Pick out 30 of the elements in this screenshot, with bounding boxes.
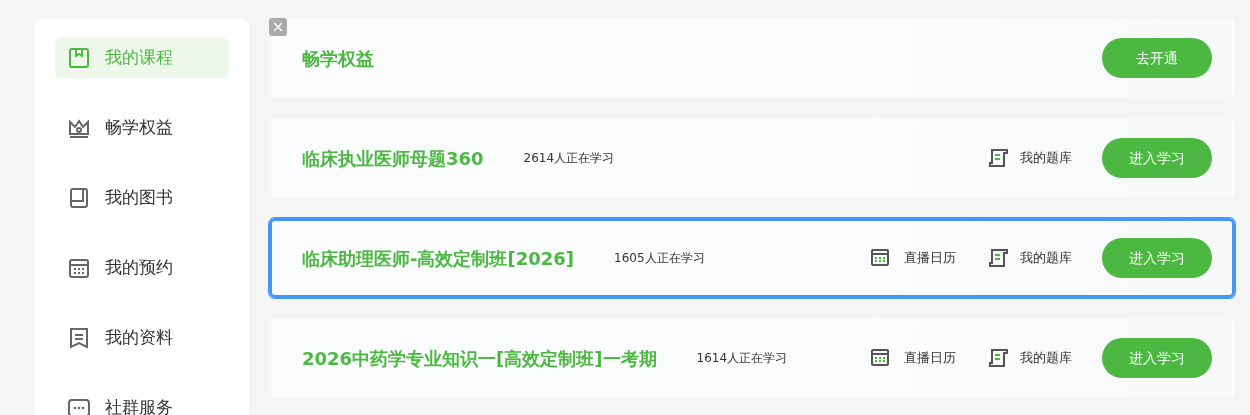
calendar-link[interactable]: 直播日历 [870, 347, 956, 369]
learner-count: 1605人正在学习 [614, 250, 705, 267]
question-bank-link[interactable]: 我的题库 [986, 247, 1072, 269]
sidebar-item[interactable]: 我的资料 [55, 318, 229, 358]
calendar-link[interactable]: 直播日历 [870, 247, 956, 269]
calendar-icon [870, 347, 892, 369]
scroll-icon [986, 147, 1008, 169]
sidebar-item[interactable]: 我的图书 [55, 178, 229, 218]
chat-icon [67, 396, 91, 415]
learner-count: 2614人正在学习 [523, 150, 615, 167]
sidebar-item[interactable]: 我的预约 [55, 248, 229, 288]
course-title: 2026中药学专业知识一[高效定制班]一考期 [302, 346, 657, 371]
calendar-icon [870, 247, 892, 269]
scroll-icon [986, 247, 1008, 269]
calendar-icon [67, 256, 91, 280]
question-bank-link[interactable]: 我的题库 [986, 147, 1072, 169]
document-icon [67, 326, 91, 350]
book-icon [67, 186, 91, 210]
course-title: 临床助理医师-高效定制班[2026] [302, 246, 575, 271]
course-card[interactable]: 临床助理医师-高效定制班[2026] 1605人正在学习 直播日历 我的题库 进入学习 [269, 218, 1235, 298]
scroll-icon [986, 347, 1008, 369]
course-card[interactable]: 临床执业医师母题360 2614人正在学习 我的题库 进入学习 [269, 118, 1235, 198]
course-title: 临床执业医师母题360 [302, 146, 484, 171]
course-card[interactable]: 2026中药学专业知识一[高效定制班]一考期 1614人正在学习 直播日历 我的题库 进入学习 [269, 318, 1235, 398]
sidebar-item[interactable]: 畅学权益 [55, 108, 229, 148]
question-bank-link[interactable]: 我的题库 [986, 347, 1072, 369]
bookmark-icon [67, 46, 91, 70]
course-title: 畅学权益 [302, 46, 374, 71]
sidebar-item[interactable]: 社群服务 [55, 388, 229, 415]
learner-count: 1614人正在学习 [696, 350, 788, 367]
